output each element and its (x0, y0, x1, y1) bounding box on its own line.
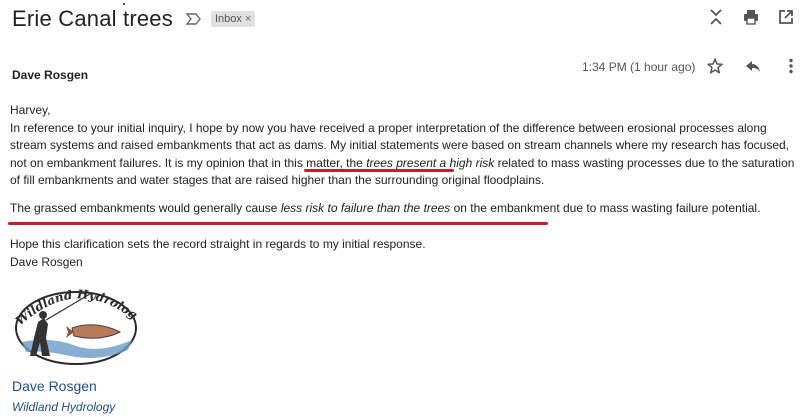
paragraph-2-emphasis: less risk to failure than the trees (280, 200, 451, 215)
sender-name: Dave Rosgen (12, 68, 89, 82)
paragraph-2-text-a: The grassed embankments would generally … (10, 200, 281, 215)
email-subject: Erie Canal trees (12, 6, 173, 31)
subject-row: Erie Canal trees Inbox × (12, 4, 256, 34)
print-icon[interactable] (742, 8, 760, 26)
paragraph-2: The grassed embankments would generally … (10, 200, 795, 218)
signoff-name: Dave Rosgen (10, 254, 83, 269)
paragraph-2-text-b: on the embankment due to mass wasting fa… (450, 200, 761, 215)
signature-org: Wildland Hydrology (12, 400, 116, 414)
label-important-icon[interactable] (185, 11, 203, 27)
closing-block: Hope this clarification sets the record … (10, 236, 426, 271)
open-in-new-window-icon[interactable] (777, 8, 795, 26)
paragraph-1: In reference to your initial inquiry, I … (10, 120, 795, 190)
more-vert-icon[interactable] (782, 57, 800, 75)
highlight-underline-1 (304, 169, 454, 172)
wildland-hydrology-logo: Wildland Hydrology (6, 269, 142, 370)
reply-icon[interactable] (744, 57, 762, 75)
inbox-label-chip: Inbox × (210, 11, 256, 27)
highlight-underline-2 (8, 222, 548, 225)
greeting: Harvey, (10, 103, 51, 117)
paragraph-1-emphasis: trees present a high risk (366, 155, 495, 170)
inbox-label-text: Inbox (214, 13, 242, 25)
thread-actions (707, 8, 795, 26)
message-time: 1:34 PM (1 hour ago) (582, 60, 696, 74)
remove-label-icon[interactable]: × (245, 13, 251, 25)
closing-line: Hope this clarification sets the record … (10, 237, 426, 251)
email-body: Harvey, In reference to your initial inq… (10, 102, 795, 217)
signature-name: Dave Rosgen (12, 378, 97, 394)
message-actions (706, 57, 800, 75)
expand-icon[interactable] (707, 8, 725, 26)
star-icon[interactable] (706, 57, 724, 75)
